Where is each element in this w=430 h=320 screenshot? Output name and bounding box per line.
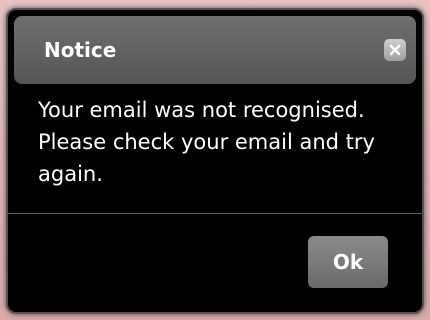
dialog-message: Your email was not recognised. Please ch… <box>38 98 375 186</box>
close-icon <box>389 44 401 56</box>
ok-button[interactable]: Ok <box>308 236 388 288</box>
notice-dialog: Notice Your email was not recognised. Pl… <box>6 8 424 314</box>
dialog-title: Notice <box>44 38 117 62</box>
dialog-titlebar: Notice <box>14 16 416 84</box>
dialog-divider <box>8 213 422 214</box>
close-button[interactable] <box>384 39 406 61</box>
